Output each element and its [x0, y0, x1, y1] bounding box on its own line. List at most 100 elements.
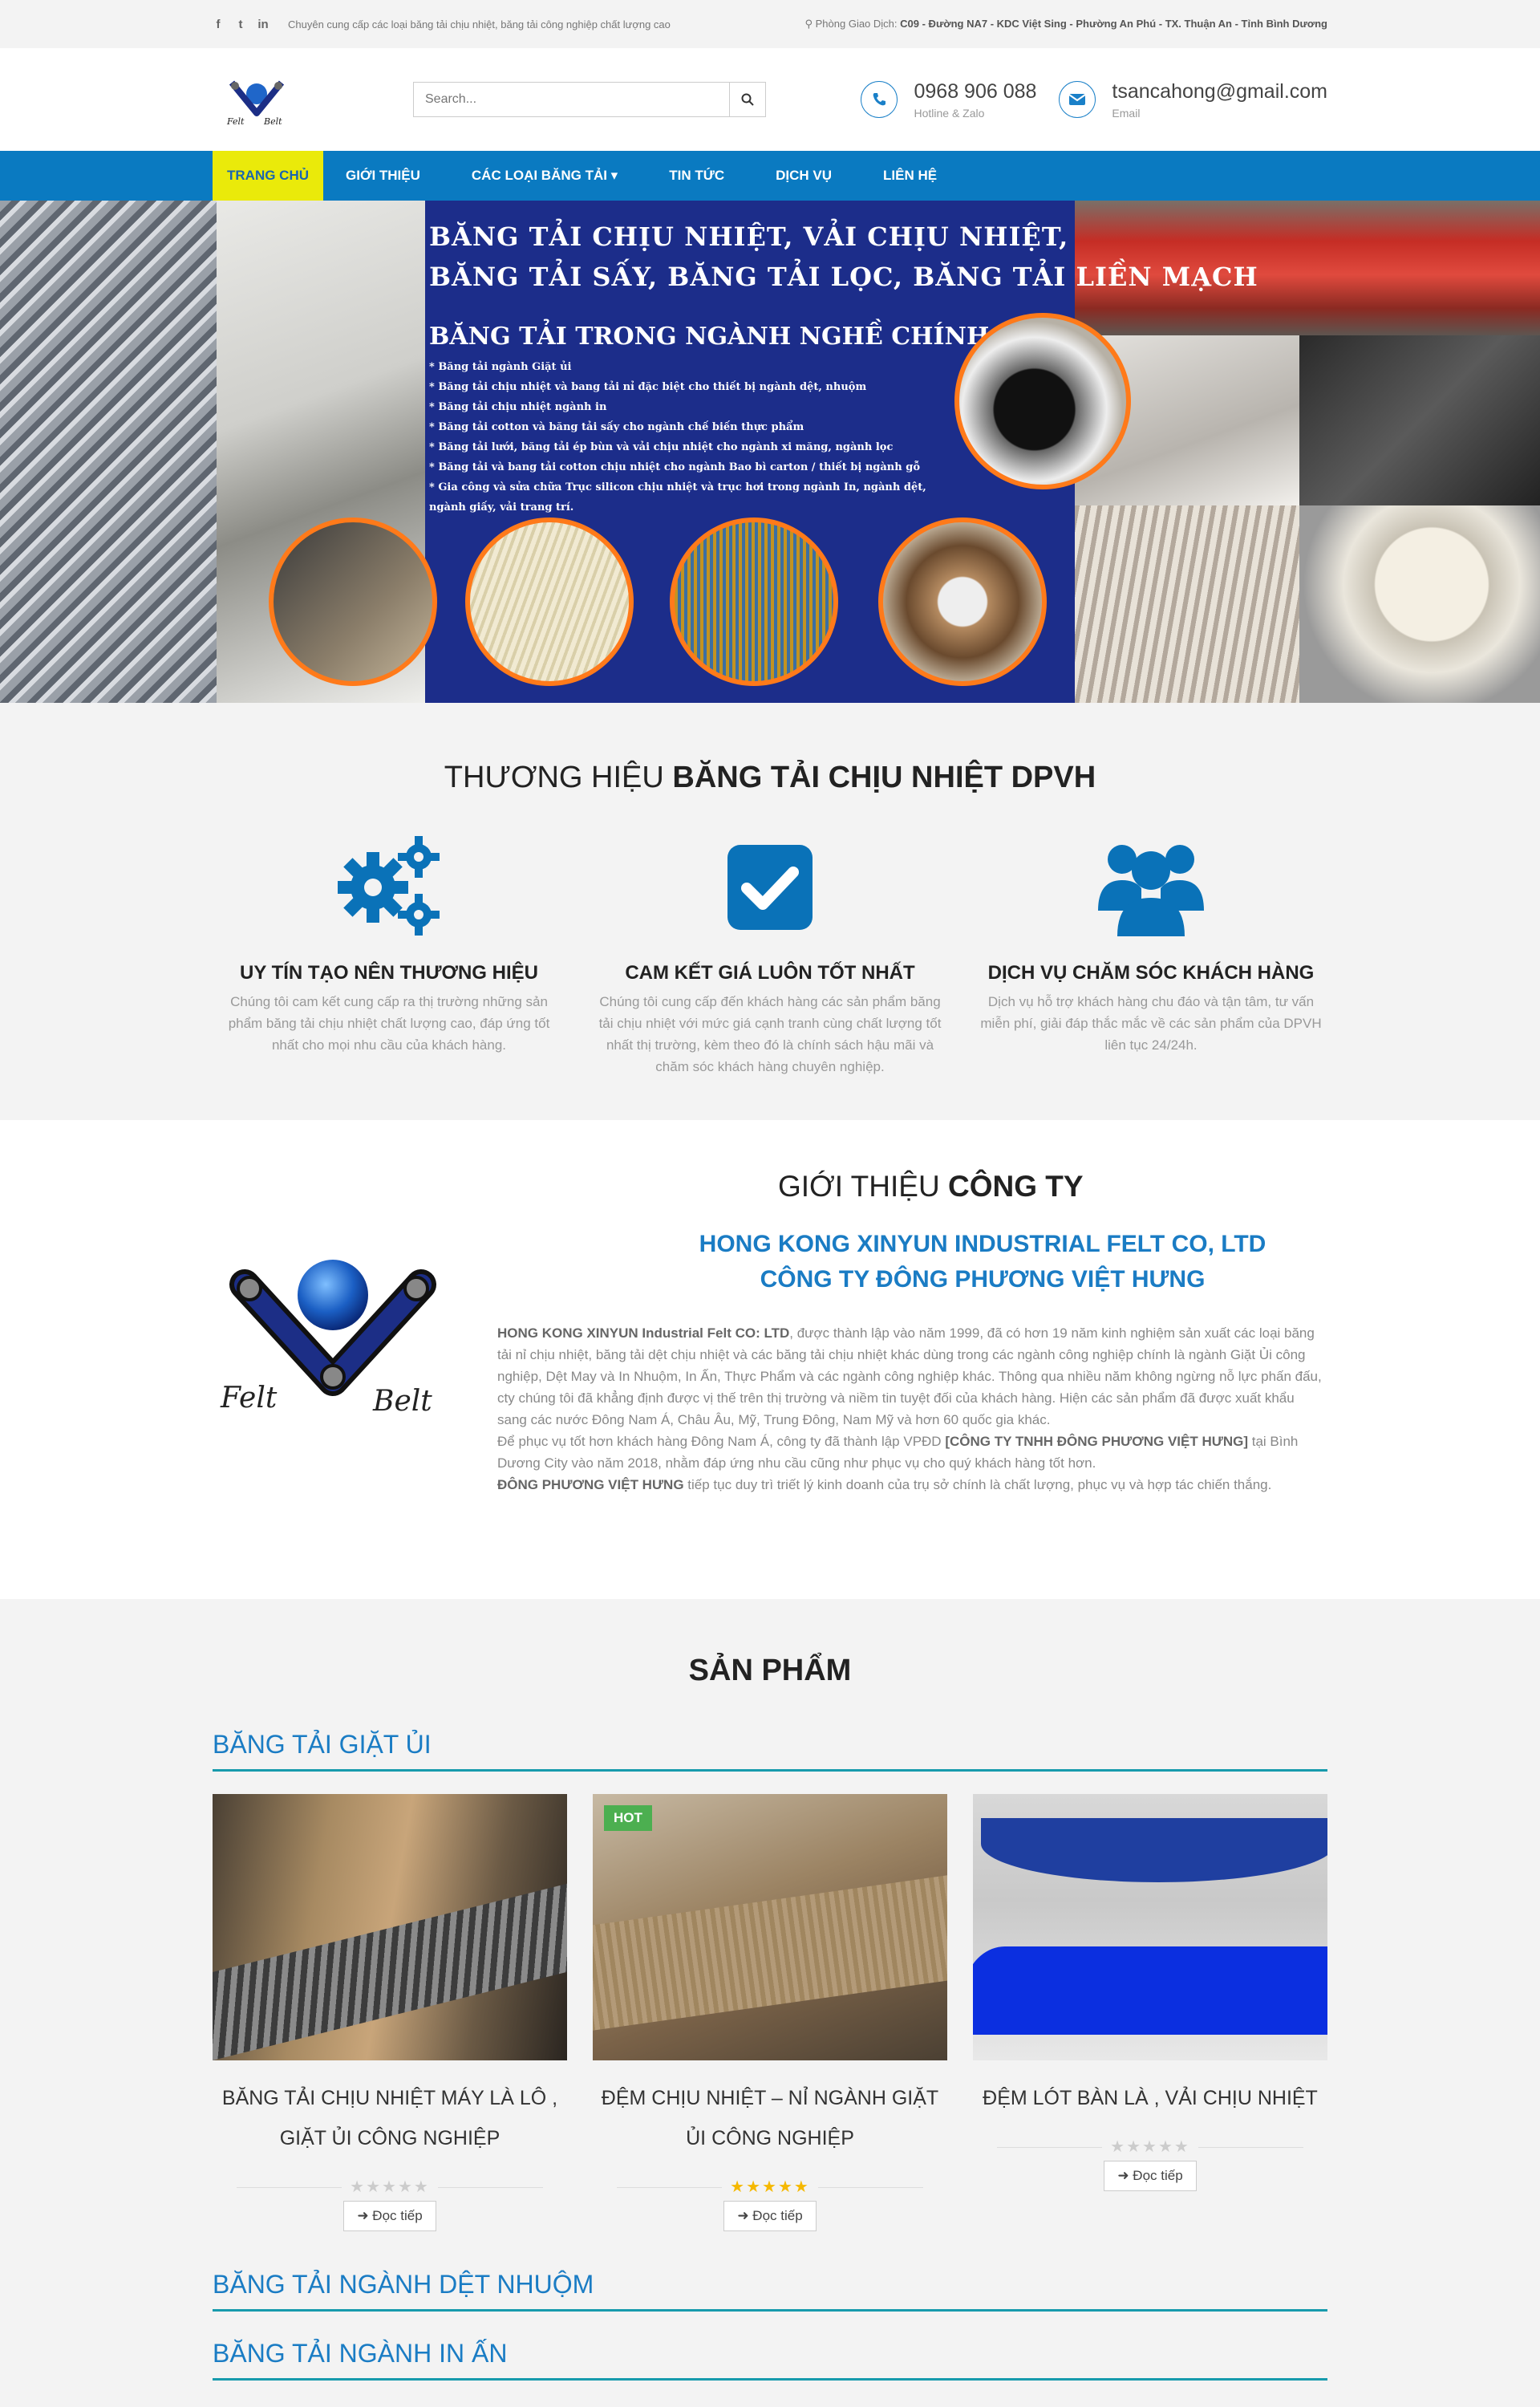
hot-badge: HOT [604, 1805, 652, 1831]
nav-home[interactable]: TRANG CHỦ [213, 151, 323, 201]
users-icon [1098, 845, 1204, 936]
product-image-belt-strip [213, 1883, 567, 2060]
product-image[interactable] [213, 1794, 567, 2060]
site-logo[interactable]: Felt Belt [221, 71, 293, 128]
banner-list: * Băng tải ngành Giặt ủi * Băng tải chịu… [429, 357, 942, 518]
phone-icon [861, 81, 898, 118]
svg-text:Felt: Felt [220, 1382, 278, 1415]
banner-list-item: * Băng tải lưới, băng tải ép bùn và vải … [429, 441, 894, 453]
map-marker-icon: ⚲ [804, 18, 813, 30]
twitter-icon[interactable]: t [235, 18, 246, 31]
svg-text:Belt: Belt [263, 116, 282, 127]
category-heading[interactable]: BĂNG TẢI NGÀNH IN ẤN [213, 2339, 1327, 2381]
features-title-light: THƯƠNG HIỆU [444, 761, 664, 794]
banner-circle-photo [878, 518, 1047, 686]
banner-circle-photo [465, 518, 634, 686]
search-box [413, 82, 766, 117]
company-name-vn: CÔNG TY ĐÔNG PHƯƠNG VIỆT HƯNG [760, 1266, 1206, 1293]
email-block[interactable]: tsancahong@gmail.com Email [1059, 80, 1327, 120]
facebook-icon[interactable]: f [213, 18, 224, 31]
address-text: C09 - Đường NA7 - KDC Việt Sing - Phường… [900, 18, 1327, 30]
about-title: GIỚI THIỆU CÔNG TY [778, 1170, 1084, 1204]
about-title-light: GIỚI THIỆU [778, 1170, 940, 1203]
brand-features: THƯƠNG HIỆU BĂNG TẢI CHỊU NHIỆT DPVH UY … [0, 703, 1540, 1120]
company-name-en: HONG KONG XINYUN INDUSTRIAL FELT CO, LTD [699, 1231, 1266, 1257]
company-logo: Felt Belt [220, 1260, 436, 1418]
product-image-felt-roll [593, 1873, 947, 2032]
banner-circle-photo [670, 518, 838, 686]
read-more-label: Đọc tiếp [372, 2208, 423, 2223]
nav-news[interactable]: TIN TỨC [654, 151, 739, 201]
hotline-block[interactable]: 0968 906 088 Hotline & Zalo [861, 80, 1036, 120]
products-title: SẢN PHẨM [688, 1654, 852, 1687]
nav-belt-types[interactable]: CÁC LOẠI BĂNG TẢI ▾ [457, 151, 632, 201]
banner-subtitle: BĂNG TẢI TRONG NGÀNH NGHỀ CHÍNH: [429, 323, 999, 351]
product-image[interactable] [973, 1794, 1327, 2060]
products-section: SẢN PHẨM BĂNG TẢI GIẶT ỦI BĂNG TẢI CHỊU … [0, 1599, 1540, 2407]
svg-text:Belt: Belt [372, 1385, 432, 1418]
feature-title: CAM KẾT GIÁ LUÔN TỐT NHẤT [625, 962, 915, 984]
product-image[interactable]: HOT [593, 1794, 947, 2060]
product-name[interactable]: BĂNG TẢI CHỊU NHIỆT MÁY LÀ LÔ , GIẶT ỦI … [213, 2078, 567, 2158]
read-more-button[interactable]: ➜ Đọc tiếp [723, 2201, 817, 2231]
features-title: THƯƠNG HIỆU BĂNG TẢI CHỊU NHIỆT DPVH [213, 703, 1327, 795]
nav-services[interactable]: DỊCH VỤ [761, 151, 846, 201]
hero-banner: BĂNG TẢI CHỊU NHIỆT, VẢI CHỊU NHIỆT, BĂN… [0, 201, 1540, 703]
read-more-button[interactable]: ➜ Đọc tiếp [343, 2201, 436, 2231]
sign-in-icon: ➜ [737, 2208, 749, 2223]
feature-card: UY TÍN TẠO NÊN THƯƠNG HIỆU Chúng tôi cam… [213, 827, 565, 1078]
about-company-bold: [CÔNG TY TNHH ĐÔNG PHƯƠNG VIỆT HƯNG] [945, 1434, 1248, 1449]
phone-number[interactable]: 0968 906 088 [914, 80, 1036, 104]
about-paragraph: , được thành lập vào năm 1999, đã có hơn… [497, 1325, 1322, 1427]
read-more-button[interactable]: ➜ Đọc tiếp [1104, 2161, 1197, 2191]
address-label: Phòng Giao Dịch: [815, 18, 898, 30]
banner-list-item: * Băng tải chịu nhiệt và bang tải nỉ đặc… [429, 381, 867, 393]
sign-in-icon: ➜ [357, 2208, 369, 2223]
product-name[interactable]: ĐỆM LÓT BÀN LÀ , VẢI CHỊU NHIỆT [973, 2078, 1327, 2118]
product-image-blue-pad [981, 1818, 1327, 1882]
rating-stars: ★★★★★ [342, 2177, 438, 2197]
feature-text: Chúng tôi cung cấp đến khách hàng các sả… [598, 994, 942, 1074]
rating-stars: ★★★★★ [722, 2177, 818, 2197]
about-company-bold: HONG KONG XINYUN Industrial Felt CO: LTD [497, 1325, 790, 1341]
linkedin-icon[interactable]: in [257, 18, 269, 31]
about-title-bold: CÔNG TY [947, 1170, 1084, 1203]
category-heading[interactable]: BĂNG TẢI NGÀNH DỆT NHUỘM [213, 2270, 1327, 2312]
search-input[interactable] [414, 83, 729, 116]
product-card[interactable]: BĂNG TẢI CHỊU NHIỆT MÁY LÀ LÔ , GIẶT ỦI … [213, 1794, 567, 2231]
features-title-bold: BĂNG TẢI CHỊU NHIỆT DPVH [672, 761, 1096, 794]
banner-headline-2: BĂNG TẢI SẤY, BĂNG TẢI LỌC, BĂNG TẢI LIỀ… [429, 262, 1258, 292]
banner-circle-photo [269, 518, 437, 686]
banner-list-item: * Gia công và sửa chữa Trục silicon chịu… [429, 481, 926, 513]
feature-text: Dịch vụ hỗ trợ khách hàng chu đáo và tận… [980, 994, 1322, 1053]
banner-list-item: * Băng tải chịu nhiệt ngành in [429, 401, 607, 413]
envelope-icon [1059, 81, 1096, 118]
feature-card: CAM KẾT GIÁ LUÔN TỐT NHẤT Chúng tôi cung… [594, 827, 946, 1078]
category-heading[interactable]: BĂNG TẢI GIẶT ỦI [213, 1730, 1327, 1772]
gears-icon [338, 836, 440, 936]
feature-title: DỊCH VỤ CHĂM SÓC KHÁCH HÀNG [987, 962, 1315, 984]
company-intro: GIỚI THIỆU CÔNG TY HONG KONG XINYUN INDU… [0, 1120, 1540, 1599]
product-name[interactable]: ĐỆM CHỊU NHIỆT – NỈ NGÀNH GIẶT ỦI CÔNG N… [593, 2078, 947, 2158]
product-card[interactable]: HOT ĐỆM CHỊU NHIỆT – NỈ NGÀNH GIẶT ỦI CÔ… [593, 1794, 947, 2231]
tagline: Chuyên cung cấp các loại băng tải chịu n… [288, 18, 671, 30]
product-card[interactable]: ĐỆM LÓT BÀN LÀ , VẢI CHỊU NHIỆT ★★★★★ ➜ … [973, 1794, 1327, 2231]
header: Felt Belt 0968 906 088 Hotline & Zalo [0, 48, 1540, 151]
about-paragraph: Để phục vụ tốt hơn khách hàng Đông Nam Á… [497, 1434, 946, 1449]
search-button[interactable] [729, 83, 765, 116]
read-more-label: Đọc tiếp [1133, 2168, 1183, 2183]
banner-photo-grey-belt [1299, 335, 1540, 505]
banner-photo-white-rolls [1299, 505, 1540, 703]
banner-list-item: * Băng tải cotton và băng tải sấy cho ng… [429, 421, 804, 433]
phone-label: Hotline & Zalo [914, 106, 985, 120]
feature-text: Chúng tôi cam kết cung cấp ra thị trường… [228, 994, 550, 1053]
about-paragraph: tiếp tục duy trì triết lý kinh doanh của… [683, 1477, 1272, 1492]
banner-text: BĂNG TẢI CHỊU NHIỆT, VẢI CHỊU NHIỆT, BĂN… [429, 217, 1258, 518]
banner-headline-1: BĂNG TẢI CHỊU NHIỆT, VẢI CHỊU NHIỆT, [429, 221, 1069, 252]
email-address[interactable]: tsancahong@gmail.com [1112, 80, 1327, 104]
banner-list-item: * Băng tải ngành Giặt ủi [429, 361, 572, 373]
nav-about[interactable]: GIỚI THIỆU [331, 151, 435, 201]
nav-contact[interactable]: LIÊN HỆ [869, 151, 951, 201]
feature-title: UY TÍN TẠO NÊN THƯƠNG HIỆU [240, 962, 538, 984]
banner-photo-mesh-belt [1075, 505, 1299, 703]
